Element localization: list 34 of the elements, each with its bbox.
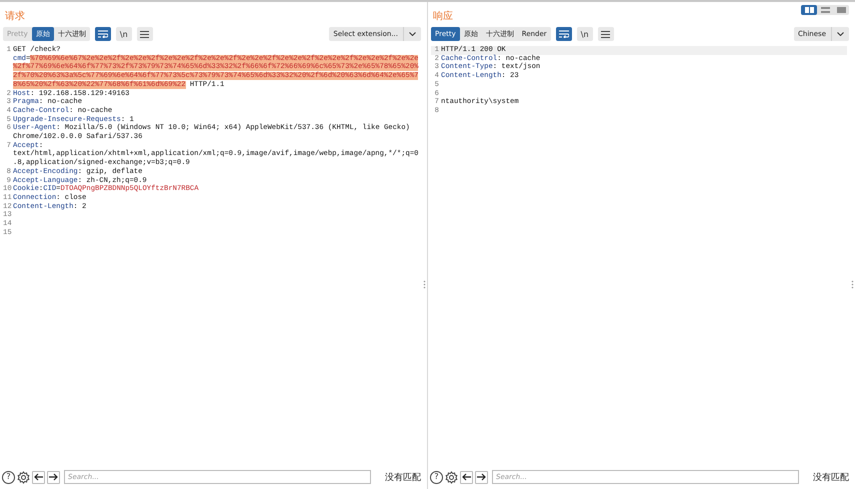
layout-icon xyxy=(804,7,814,13)
menu-icon xyxy=(601,30,610,38)
right-arrow-icon xyxy=(477,473,486,481)
help-button[interactable]: ? xyxy=(2,470,15,484)
settings-icon[interactable] xyxy=(445,470,458,484)
settings-icon[interactable] xyxy=(17,470,30,484)
previous-button[interactable] xyxy=(460,470,473,484)
next-button[interactable] xyxy=(475,470,488,484)
match-status: 没有匹配 xyxy=(385,472,421,484)
layout-button[interactable] xyxy=(801,5,817,15)
layout-icon xyxy=(836,7,846,13)
newline-button[interactable]: \n xyxy=(576,27,593,41)
caret-icon xyxy=(409,32,416,36)
right-arrow-icon xyxy=(49,473,58,481)
wrap-icon xyxy=(98,30,108,38)
wrap-lines-button[interactable] xyxy=(556,27,572,41)
menu-button[interactable] xyxy=(136,27,153,41)
previous-button[interactable] xyxy=(32,470,45,484)
menu-button[interactable] xyxy=(598,27,614,41)
newline-button[interactable]: \n xyxy=(116,27,132,41)
resize-handle-icon[interactable] xyxy=(423,280,426,289)
left-arrow-icon xyxy=(34,473,43,481)
panel-title: 响应 xyxy=(433,11,453,23)
layout-icon xyxy=(820,7,830,13)
help-button[interactable]: ? xyxy=(430,470,443,484)
caret-icon xyxy=(837,32,844,36)
match-status: 没有匹配 xyxy=(813,472,849,484)
left-arrow-icon xyxy=(462,473,471,481)
resize-handle-icon[interactable] xyxy=(851,280,854,289)
panel-title: 请求 xyxy=(5,11,25,23)
wrap-icon xyxy=(558,30,569,38)
wrap-lines-button[interactable] xyxy=(94,27,111,41)
next-button[interactable] xyxy=(47,470,60,484)
menu-icon xyxy=(140,30,150,38)
